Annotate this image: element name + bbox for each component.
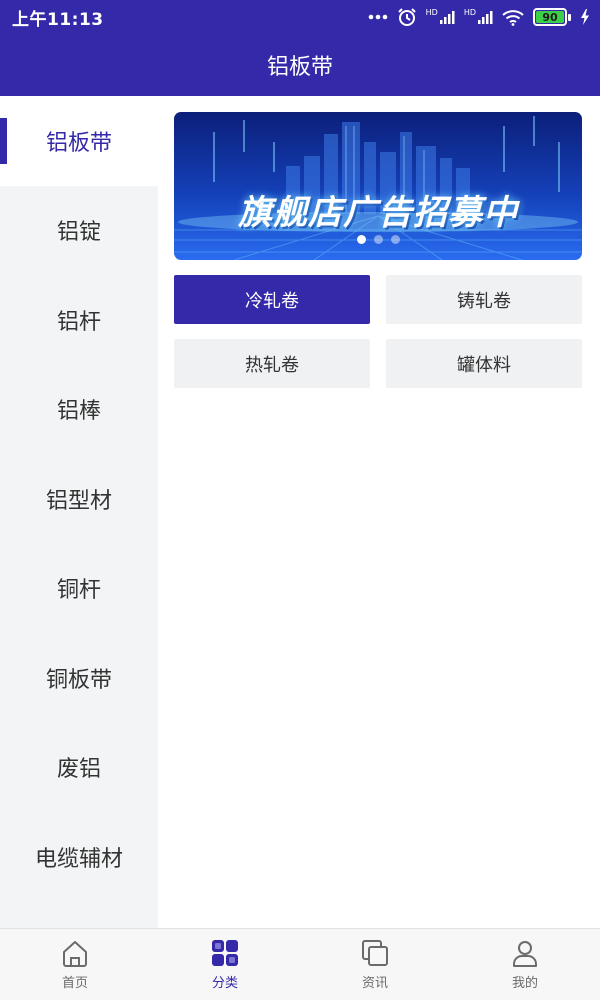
signal-icon: HD: [464, 9, 493, 25]
promo-banner[interactable]: 旗舰店广告招募中: [174, 112, 582, 260]
status-bar: 上午11:13 HD HD 90: [0, 0, 600, 34]
sidebar-item-label: 废铝: [56, 757, 101, 783]
sidebar-item-aluminum-plate-strip[interactable]: 铝板带: [0, 96, 158, 186]
subcategory-cold-rolled-coil[interactable]: 冷轧卷: [174, 275, 370, 324]
status-time: 上午11:13: [12, 9, 104, 30]
banner-text: 旗舰店广告招募中: [238, 193, 518, 233]
sidebar-item-label: 铝棒: [56, 399, 101, 425]
subcategory-cast-rolled-coil[interactable]: 铸轧卷: [386, 275, 582, 324]
tab-profile[interactable]: 我的: [450, 929, 600, 1000]
sidebar-item-label: 铝型材: [45, 488, 112, 514]
category-sidebar: 铝板带 铝锭 铝杆 铝棒 铝型材 铜杆 铜板带 废铝 电缆辅材: [0, 96, 158, 928]
sidebar-item-copper-rod[interactable]: 铜杆: [0, 544, 158, 634]
wifi-icon: [502, 9, 524, 26]
banner-pagination: [174, 235, 582, 244]
sidebar-item-label: 铜杆: [56, 578, 101, 604]
sidebar-item-aluminum-ingot[interactable]: 铝锭: [0, 186, 158, 276]
tab-category[interactable]: 分类: [150, 929, 300, 1000]
sidebar-item-label: 铝锭: [56, 220, 101, 246]
sidebar-item-label: 铝杆: [56, 309, 101, 335]
tab-label: 我的: [511, 976, 538, 991]
status-icons: HD HD 90: [368, 7, 590, 27]
tab-home[interactable]: 首页: [0, 929, 150, 1000]
sidebar-item-copper-plate-strip[interactable]: 铜板带: [0, 633, 158, 723]
alarm-icon: [397, 7, 417, 27]
banner-dot[interactable]: [373, 235, 383, 244]
tab-news[interactable]: 资讯: [300, 929, 450, 1000]
news-icon: [360, 938, 390, 972]
home-icon: [60, 938, 90, 972]
sidebar-item-aluminum-profile[interactable]: 铝型材: [0, 454, 158, 544]
banner-dot[interactable]: [390, 235, 400, 244]
signal-icon: HD: [426, 9, 455, 25]
sidebar-item-aluminum-rod[interactable]: 铝杆: [0, 275, 158, 365]
sidebar-item-aluminum-bar[interactable]: 铝棒: [0, 365, 158, 455]
battery-icon: 90: [533, 8, 571, 26]
more-dots-icon: [368, 14, 388, 20]
page-title: 铝板带: [266, 55, 333, 80]
subcategory-can-body-stock[interactable]: 罐体料: [386, 339, 582, 388]
battery-level: 90: [536, 11, 564, 24]
subcategory-hot-rolled-coil[interactable]: 热轧卷: [174, 339, 370, 388]
sidebar-item-label: 铜板带: [45, 667, 112, 693]
subcategory-grid: 冷轧卷 铸轧卷 热轧卷 罐体料: [174, 275, 582, 388]
bottom-tab-bar: 首页 分类 资讯 我的: [0, 928, 600, 1000]
tab-label: 分类: [211, 976, 238, 991]
banner-dot[interactable]: [356, 235, 366, 244]
sidebar-item-scrap-aluminum[interactable]: 废铝: [0, 723, 158, 813]
user-icon: [510, 938, 540, 972]
tab-label: 首页: [61, 976, 88, 991]
sidebar-item-label: 电缆辅材: [34, 846, 123, 872]
page-header: 铝板带: [0, 34, 600, 96]
sidebar-item-label: 铝板带: [45, 130, 112, 156]
category-grid-icon: [210, 938, 240, 972]
main-content: 旗舰店广告招募中 冷轧卷 铸轧卷 热轧卷 罐体料: [158, 96, 600, 928]
sidebar-item-cable-accessories[interactable]: 电缆辅材: [0, 812, 158, 902]
charging-icon: [580, 9, 590, 25]
tab-label: 资讯: [361, 976, 388, 991]
